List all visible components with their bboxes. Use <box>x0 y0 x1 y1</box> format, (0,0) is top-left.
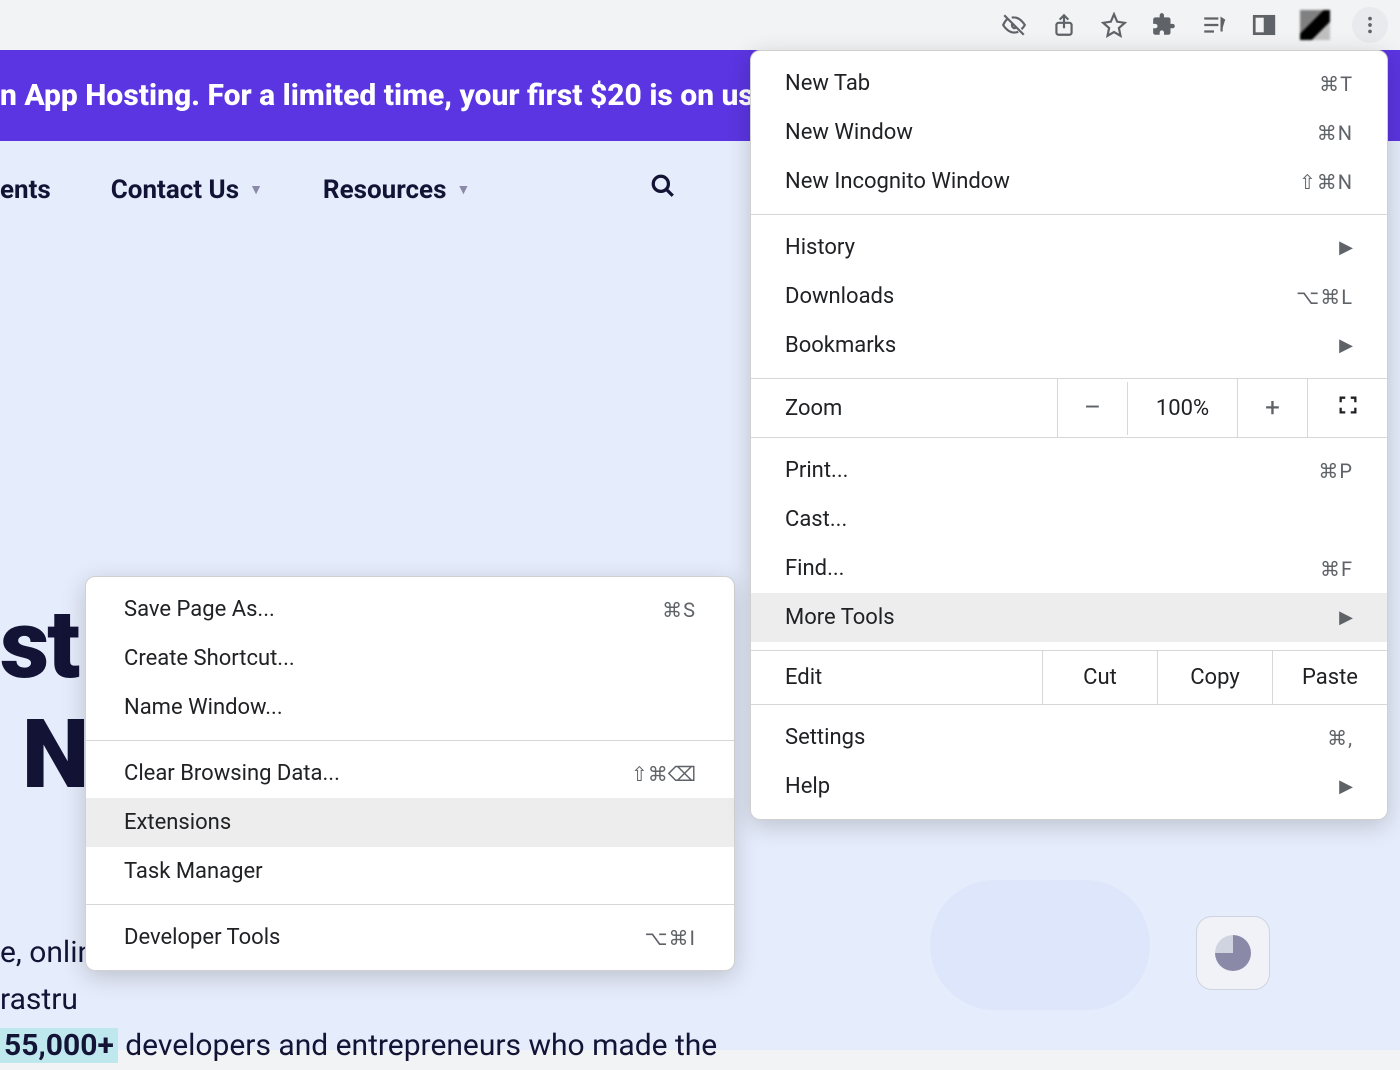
menu-history[interactable]: History▶ <box>751 223 1387 272</box>
menu-new-tab[interactable]: New Tab⌘T <box>751 59 1387 108</box>
shortcut: ⌘P <box>1318 459 1353 483</box>
zoom-out-button[interactable]: – <box>1057 379 1127 437</box>
chevron-right-icon: ▶ <box>1339 237 1353 258</box>
edit-cut[interactable]: Cut <box>1042 651 1157 704</box>
menu-downloads[interactable]: Downloads⌥⌘L <box>751 272 1387 321</box>
submenu-extensions[interactable]: Extensions <box>86 798 734 847</box>
nav-item-partial[interactable]: ents <box>0 175 51 205</box>
menu-incognito[interactable]: New Incognito Window⇧⌘N <box>751 157 1387 206</box>
menu-settings[interactable]: Settings⌘, <box>751 713 1387 762</box>
browser-toolbar <box>0 0 1400 50</box>
menu-more-tools[interactable]: More Tools▶ <box>751 593 1387 642</box>
submenu-save-page[interactable]: Save Page As...⌘S <box>86 585 734 634</box>
shortcut: ⌥⌘I <box>645 926 697 950</box>
chevron-right-icon: ▶ <box>1339 335 1353 356</box>
shortcut: ⌘N <box>1317 121 1353 145</box>
search-icon[interactable] <box>650 173 676 206</box>
chevron-right-icon: ▶ <box>1339 776 1353 797</box>
zoom-value: 100% <box>1127 382 1237 435</box>
menu-zoom-row: Zoom – 100% + <box>751 378 1387 438</box>
submenu-create-shortcut[interactable]: Create Shortcut... <box>86 634 734 683</box>
zoom-in-button[interactable]: + <box>1237 379 1307 437</box>
submenu-task-manager[interactable]: Task Manager <box>86 847 734 896</box>
chevron-right-icon: ▶ <box>1339 607 1353 628</box>
shortcut: ⌘S <box>662 598 696 622</box>
nav-item-contact[interactable]: Contact Us▼ <box>111 175 263 205</box>
share-icon[interactable] <box>1050 11 1078 39</box>
music-list-icon[interactable] <box>1200 11 1228 39</box>
nav-item-resources[interactable]: Resources▼ <box>323 175 470 205</box>
chrome-main-menu: New Tab⌘T New Window⌘N New Incognito Win… <box>750 50 1388 820</box>
highlight-count: 55,000+ <box>0 1028 118 1063</box>
shortcut: ⇧⌘⌫ <box>631 762 696 786</box>
submenu-name-window[interactable]: Name Window... <box>86 683 734 732</box>
edit-label: Edit <box>751 651 1042 704</box>
pie-icon <box>1215 935 1251 971</box>
menu-edit-row: Edit Cut Copy Paste <box>751 650 1387 705</box>
more-tools-submenu: Save Page As...⌘S Create Shortcut... Nam… <box>85 576 735 971</box>
shortcut: ⌥⌘L <box>1296 285 1353 309</box>
star-icon[interactable] <box>1100 11 1128 39</box>
chevron-down-icon: ▼ <box>249 181 263 198</box>
menu-help[interactable]: Help▶ <box>751 762 1387 811</box>
edit-copy[interactable]: Copy <box>1157 651 1272 704</box>
sidebar-icon[interactable] <box>1250 11 1278 39</box>
cloud-decoration <box>930 880 1150 1010</box>
menu-cast[interactable]: Cast... <box>751 495 1387 544</box>
shortcut: ⇧⌘N <box>1299 170 1353 194</box>
edit-paste[interactable]: Paste <box>1272 651 1387 704</box>
shortcut: ⌘F <box>1320 557 1353 581</box>
avatar[interactable] <box>1300 10 1330 40</box>
shortcut: ⌘T <box>1319 72 1353 96</box>
fullscreen-button[interactable] <box>1307 379 1387 437</box>
extensions-icon[interactable] <box>1150 11 1178 39</box>
zoom-label: Zoom <box>751 382 1057 435</box>
eye-off-icon[interactable] <box>1000 11 1028 39</box>
submenu-developer-tools[interactable]: Developer Tools⌥⌘I <box>86 913 734 962</box>
chevron-down-icon: ▼ <box>456 181 470 198</box>
menu-find[interactable]: Find...⌘F <box>751 544 1387 593</box>
menu-bookmarks[interactable]: Bookmarks▶ <box>751 321 1387 370</box>
floating-button[interactable] <box>1196 916 1270 990</box>
menu-print[interactable]: Print...⌘P <box>751 446 1387 495</box>
kebab-menu-icon[interactable] <box>1352 7 1388 43</box>
shortcut: ⌘, <box>1327 726 1353 750</box>
submenu-clear-data[interactable]: Clear Browsing Data... ⇧⌘⌫ <box>86 749 734 798</box>
menu-new-window[interactable]: New Window⌘N <box>751 108 1387 157</box>
